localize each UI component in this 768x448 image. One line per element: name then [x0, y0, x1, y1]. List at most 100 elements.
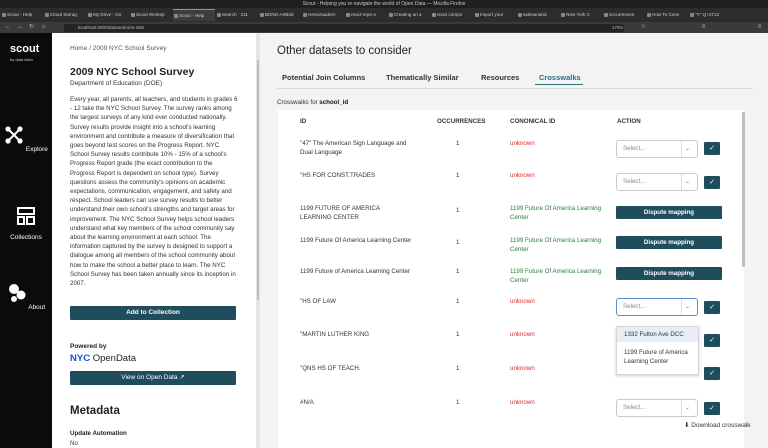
- select-placeholder: Select...: [623, 404, 646, 411]
- brand-name: scout: [10, 43, 40, 55]
- canonical-select[interactable]: Select... ⌄: [616, 399, 698, 417]
- table-row-canonical: 1199 Future Of America Learning Center: [510, 237, 602, 253]
- breadcrumb-current: 2009 NYC School Survey: [92, 45, 167, 52]
- browser-tab[interactable]: salesanand: [517, 9, 559, 21]
- metadata-key: Update Automation: [70, 430, 127, 437]
- canonical-select[interactable]: Select... ⌄: [616, 140, 698, 158]
- download-crosswalk-link[interactable]: ⬇ Download crosswalk: [684, 421, 751, 429]
- breadcrumb: Home / 2009 NYC School Survey: [70, 45, 166, 52]
- browser-tab[interactable]: react compo: [431, 9, 473, 21]
- zoom-level[interactable]: 170%: [612, 24, 623, 32]
- dataset-panel: Home / 2009 NYC School Survey 2009 NYC S…: [52, 33, 256, 448]
- back-icon[interactable]: ←: [4, 24, 11, 31]
- table-row-occurrences: 1: [456, 399, 460, 406]
- table-row-canonical: unknown: [510, 331, 535, 338]
- browser-tab[interactable]: New York C: [560, 9, 602, 21]
- download-label: Download crosswalk: [691, 422, 751, 429]
- logo-nyc: NYC: [70, 353, 91, 364]
- browser-tab[interactable]: Scout Worksp: [130, 9, 172, 21]
- column-header-action: ACTION: [617, 118, 641, 125]
- brand-logo[interactable]: scout by data clinic: [10, 43, 39, 62]
- confirm-button[interactable]: ✓: [704, 176, 720, 189]
- select-placeholder: Select...: [623, 145, 646, 152]
- browser-tab[interactable]: How To Conv: [646, 9, 688, 21]
- chevron-down-icon: ⌄: [681, 174, 693, 190]
- table-row-id: 1199 Future Of America Learning Center: [300, 237, 412, 244]
- confirm-button[interactable]: ✓: [704, 142, 720, 155]
- table-row-canonical: 1199 Future Of America Learning Center: [510, 268, 602, 284]
- sidebar-item-label: Explore: [25, 146, 48, 153]
- tab-crosswalks[interactable]: Crosswalks: [539, 73, 581, 82]
- view-on-open-data-button[interactable]: View on Open Data ↗: [70, 371, 236, 385]
- confirm-button[interactable]: ✓: [704, 334, 720, 347]
- canonical-dropdown-menu: 1332 Fulton Ave DCC 1199 Future of Ameri…: [616, 326, 699, 375]
- dropdown-option[interactable]: 1332 Fulton Ave DCC: [617, 327, 698, 342]
- table-row-canonical: unknown: [510, 399, 535, 406]
- reload-icon[interactable]: ↻: [28, 24, 35, 31]
- browser-tab-bar: Scout - Help Cloud Storag My Drive - Go …: [0, 8, 768, 22]
- tab-potential-join-columns[interactable]: Potential Join Columns: [282, 73, 365, 82]
- tab-thematically-similar[interactable]: Thematically Similar: [386, 73, 459, 82]
- browser-tab[interactable]: BDND-ArtBrid: [259, 9, 301, 21]
- browser-tab[interactable]: My Drive - Go: [87, 9, 129, 21]
- select-placeholder: Select...: [623, 178, 646, 185]
- sidebar-item-about[interactable]: About: [0, 283, 52, 311]
- table-row-occurrences: 1: [456, 172, 460, 179]
- bookmark-icon[interactable]: ☆: [640, 24, 647, 31]
- browser-tab[interactable]: Henezaadern: [302, 9, 344, 21]
- browser-tab[interactable]: occurrences: [603, 9, 645, 21]
- tab-resources[interactable]: Resources: [481, 73, 519, 82]
- library-icon[interactable]: ≡: [700, 24, 707, 31]
- confirm-button[interactable]: ✓: [704, 301, 720, 314]
- metadata-heading: Metadata: [70, 405, 120, 417]
- table-row-canonical: unknown: [510, 172, 535, 179]
- url-bar[interactable]: localhost:3000/dataset/ruhs-rs5s: [64, 23, 624, 32]
- explore-icon: [5, 126, 23, 144]
- browser-tab-active[interactable]: Scout - Help: [173, 9, 215, 21]
- table-scrollbar[interactable]: [742, 112, 745, 267]
- crosswalks-column: school_id: [319, 99, 349, 106]
- sidebar-item-collections[interactable]: Collections: [0, 206, 52, 241]
- crosswalks-caption: Crosswalks for school_id: [277, 99, 348, 106]
- sidebar-item-explore[interactable]: Explore: [0, 125, 52, 153]
- browser-tab[interactable]: Scout - Help: [1, 9, 43, 21]
- table-row-occurrences: 1: [456, 365, 460, 372]
- add-to-collection-button[interactable]: Add to Collection: [70, 306, 236, 320]
- forward-icon[interactable]: →: [16, 24, 23, 31]
- collections-icon: [17, 207, 35, 225]
- browser-tab[interactable]: Import your: [474, 9, 516, 21]
- table-row-id: "47" The American Sign Language and Dual…: [300, 140, 407, 156]
- dropdown-option[interactable]: 1199 Future of America Learning Center: [617, 342, 698, 366]
- table-row-canonical: unknown: [510, 365, 535, 372]
- dispute-mapping-button[interactable]: Dispute mapping: [616, 236, 722, 249]
- powered-by-label: Powered by: [70, 343, 107, 350]
- tabs-divider: [277, 88, 753, 89]
- table-row-id: 1199 FUTURE OF AMERICA LEARNING CENTER: [300, 205, 380, 221]
- confirm-button[interactable]: ✓: [704, 367, 720, 380]
- menu-icon[interactable]: ≡: [756, 24, 763, 31]
- dispute-mapping-button[interactable]: Dispute mapping: [616, 206, 722, 219]
- browser-tab[interactable]: Search · 211: [216, 9, 258, 21]
- sidebar-item-label: About: [28, 304, 46, 311]
- column-header-cononical-id: CONONICAL ID: [510, 118, 556, 125]
- left-panel-scrollbar[interactable]: [257, 60, 259, 300]
- browser-tab[interactable]: Creating an a: [388, 9, 430, 21]
- table-row-id: "HS OF LAW: [300, 298, 337, 305]
- dispute-mapping-button[interactable]: Dispute mapping: [616, 267, 722, 280]
- home-icon[interactable]: ⌂: [40, 24, 47, 31]
- browser-tab[interactable]: Cloud Storag: [44, 9, 86, 21]
- column-header-id: ID: [300, 118, 307, 125]
- breadcrumb-home-link[interactable]: Home: [70, 45, 87, 52]
- canonical-select-open[interactable]: Select... ⌄: [616, 298, 698, 316]
- window-titlebar: Scout - Helping you re-navigate the worl…: [0, 0, 768, 8]
- confirm-button[interactable]: ✓: [704, 402, 720, 415]
- table-row-canonical: unknown: [510, 140, 535, 147]
- browser-tab[interactable]: "Y" Q+2713: [689, 9, 731, 21]
- about-icon: [8, 284, 26, 302]
- column-header-occurrences: OCCURRENCES: [437, 118, 486, 125]
- table-row-canonical: 1199 Future Of America Learning Center: [510, 205, 602, 221]
- table-row-id: "QNS HS OF TEACH.: [300, 365, 361, 372]
- canonical-select[interactable]: Select... ⌄: [616, 173, 698, 191]
- browser-tab[interactable]: react-repo-s: [345, 9, 387, 21]
- select-placeholder: Select...: [623, 303, 646, 310]
